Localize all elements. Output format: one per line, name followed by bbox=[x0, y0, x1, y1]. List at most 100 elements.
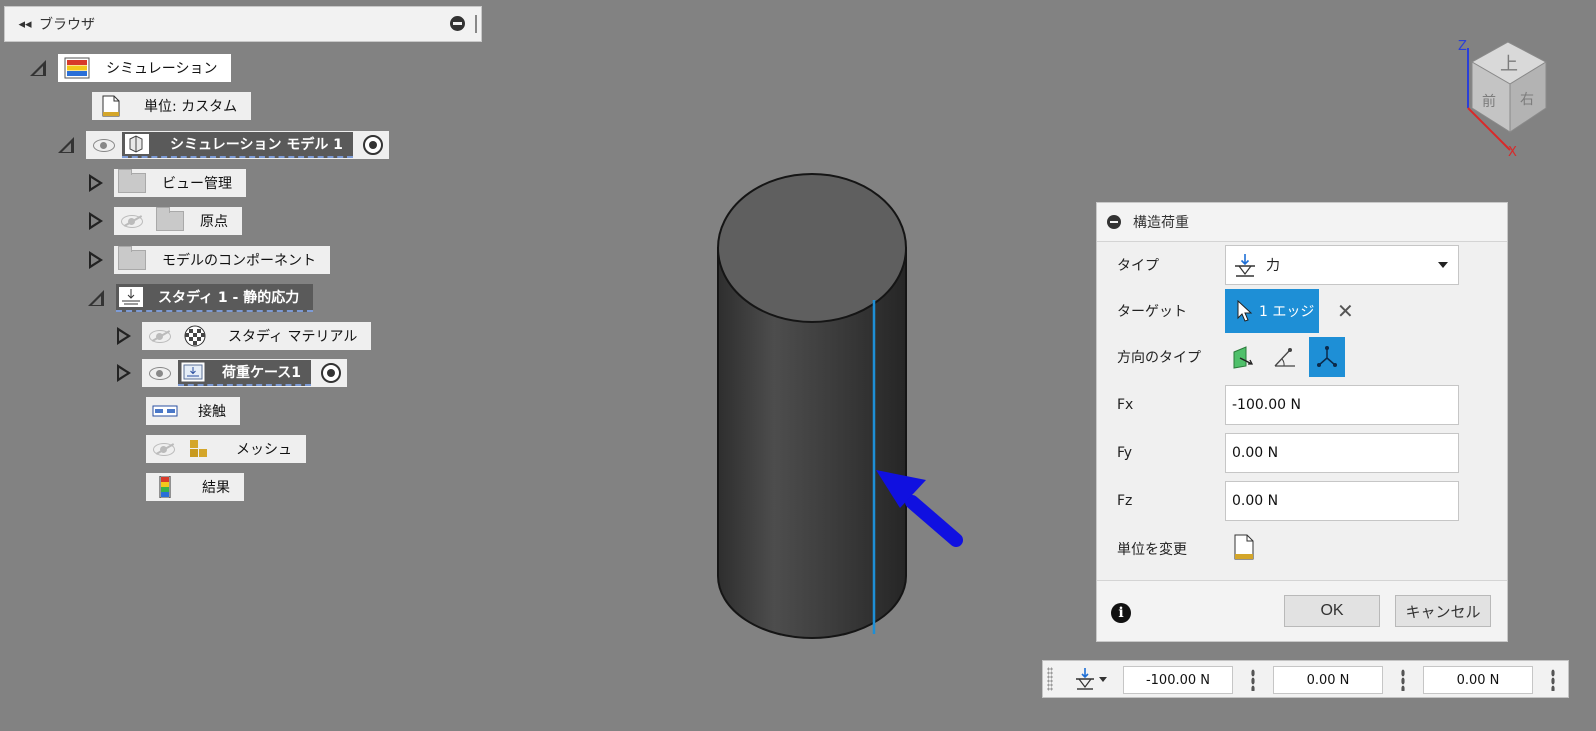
expand-toggle-icon[interactable] bbox=[114, 326, 134, 346]
tree-row-view-manage: ビュー管理 bbox=[86, 169, 246, 197]
browser-panel-header: ◂◂ ブラウザ bbox=[4, 6, 482, 42]
angle-direction-icon bbox=[1274, 348, 1295, 367]
tree-node-sim-model[interactable]: シミュレーション モデル 1 bbox=[86, 131, 389, 159]
vector-components-button[interactable] bbox=[1309, 337, 1345, 377]
tree-row-results: 結果 bbox=[146, 473, 244, 501]
tree-label: メッシュ bbox=[236, 442, 292, 458]
tree-row-simulation: シミュレーション bbox=[28, 54, 232, 82]
target-label: ターゲット bbox=[1117, 304, 1187, 320]
tree-label: 結果 bbox=[202, 480, 230, 496]
fz-row: Fz bbox=[1097, 481, 1507, 521]
chevron-down-icon bbox=[1438, 262, 1448, 268]
tree-label: 単位: カスタム bbox=[144, 99, 238, 115]
tree-label: シミュレーション モデル 1 bbox=[170, 137, 343, 153]
target-control: 1 エッジ ✕ bbox=[1225, 289, 1365, 333]
more-options-icon[interactable] bbox=[1251, 669, 1255, 691]
fy-row: Fy bbox=[1097, 433, 1507, 473]
visibility-hidden-icon[interactable] bbox=[120, 214, 144, 228]
viewcube[interactable]: Z X 上 前 右 bbox=[1428, 28, 1560, 160]
document-icon bbox=[102, 95, 120, 117]
mini-fz-input[interactable] bbox=[1423, 666, 1533, 694]
fx-row: Fx bbox=[1097, 385, 1507, 425]
tree-node-origin[interactable]: 原点 bbox=[114, 207, 242, 235]
tree-node-model-components[interactable]: モデルのコンポーネント bbox=[114, 246, 330, 274]
tree-label: 原点 bbox=[200, 214, 228, 230]
tree-node-results[interactable]: 結果 bbox=[146, 473, 244, 501]
fz-label: Fz bbox=[1117, 493, 1133, 509]
material-icon bbox=[184, 325, 206, 347]
load-case-selected: 荷重ケース1 bbox=[178, 360, 312, 386]
fx-input[interactable] bbox=[1225, 385, 1459, 425]
visibility-eye-icon[interactable] bbox=[92, 138, 116, 152]
tree-node-simulation[interactable]: シミュレーション bbox=[58, 54, 232, 82]
panel-minimize-icon[interactable] bbox=[450, 16, 465, 31]
collapse-panel-icon[interactable]: ◂◂ bbox=[11, 17, 39, 32]
activate-radio-icon[interactable] bbox=[321, 363, 342, 383]
force-mini-toolbar bbox=[1042, 660, 1569, 698]
normal-direction-icon bbox=[1233, 346, 1254, 369]
target-select-button[interactable]: 1 エッジ bbox=[1225, 289, 1319, 333]
axis-z-label: Z bbox=[1458, 39, 1467, 54]
tree-row-contact: 接触 bbox=[146, 397, 240, 425]
expand-toggle-icon[interactable] bbox=[56, 135, 76, 155]
load-case-icon bbox=[180, 361, 206, 383]
tree-row-sim-model: シミュレーション モデル 1 bbox=[56, 131, 389, 159]
tree-row-mesh: メッシュ bbox=[146, 435, 306, 463]
cancel-button[interactable]: キャンセル bbox=[1395, 595, 1491, 627]
viewcube-front-label: 前 bbox=[1482, 93, 1496, 110]
activate-radio-icon[interactable] bbox=[362, 135, 383, 155]
tree-row-origin: 原点 bbox=[86, 207, 242, 235]
expand-toggle-icon[interactable] bbox=[114, 363, 134, 383]
simulation-icon bbox=[64, 57, 90, 79]
mini-fx-input[interactable] bbox=[1123, 666, 1233, 694]
more-options-icon[interactable] bbox=[1551, 669, 1555, 691]
type-label: タイプ bbox=[1117, 258, 1159, 274]
info-icon[interactable]: i bbox=[1111, 603, 1131, 623]
visibility-eye-icon[interactable] bbox=[148, 366, 172, 380]
tree-node-units[interactable]: 単位: カスタム bbox=[92, 92, 252, 120]
change-units-button[interactable] bbox=[1231, 533, 1257, 565]
clear-selection-icon[interactable]: ✕ bbox=[1337, 299, 1354, 323]
dialog-header: 構造荷重 bbox=[1097, 203, 1507, 242]
tree-node-study-materials[interactable]: スタディ マテリアル bbox=[142, 322, 372, 350]
tree-node-mesh[interactable]: メッシュ bbox=[146, 435, 306, 463]
static-stress-icon bbox=[119, 287, 143, 307]
normal-direction-button[interactable] bbox=[1225, 337, 1261, 377]
expand-toggle-icon[interactable] bbox=[86, 288, 106, 308]
expand-toggle-icon[interactable] bbox=[86, 250, 106, 270]
tree-node-view-manage[interactable]: ビュー管理 bbox=[114, 169, 246, 197]
tree-node-contact[interactable]: 接触 bbox=[146, 397, 240, 425]
tree-row-study-materials: スタディ マテリアル bbox=[114, 322, 372, 350]
type-dropdown[interactable]: 力 bbox=[1225, 245, 1459, 285]
direction-label: 方向のタイプ bbox=[1117, 350, 1201, 366]
tree-node-study[interactable]: スタディ 1 - 静的応力 bbox=[116, 284, 314, 312]
mini-fy-input[interactable] bbox=[1273, 666, 1383, 694]
visibility-hidden-icon[interactable] bbox=[152, 442, 176, 456]
visibility-hidden-icon[interactable] bbox=[148, 329, 172, 343]
fy-input[interactable] bbox=[1225, 433, 1459, 473]
type-row: タイプ 力 bbox=[1097, 245, 1507, 285]
cylinder-model[interactable] bbox=[680, 150, 980, 660]
axis-x-label: X bbox=[1508, 145, 1517, 160]
tree-node-load-case[interactable]: 荷重ケース1 bbox=[142, 359, 348, 387]
force-type-icon bbox=[1235, 254, 1255, 277]
panel-resize-grip[interactable] bbox=[475, 15, 477, 33]
expand-toggle-icon[interactable] bbox=[86, 173, 106, 193]
tree-label: シミュレーション bbox=[106, 61, 218, 77]
expand-toggle-icon[interactable] bbox=[86, 211, 106, 231]
units-document-icon bbox=[1234, 534, 1254, 560]
tree-label: スタディ マテリアル bbox=[228, 329, 358, 345]
dialog-collapse-icon[interactable] bbox=[1107, 215, 1121, 229]
tree-label: ビュー管理 bbox=[162, 176, 232, 192]
tree-row-units: 単位: カスタム bbox=[92, 92, 252, 120]
folder-icon bbox=[118, 169, 146, 193]
toolbar-drag-grip[interactable] bbox=[1047, 667, 1053, 691]
angle-direction-button[interactable] bbox=[1267, 337, 1303, 377]
force-type-dropdown-icon[interactable] bbox=[1073, 667, 1113, 693]
force-arrow-icon bbox=[876, 470, 963, 547]
tree-row-study: スタディ 1 - 静的応力 bbox=[86, 284, 314, 312]
fz-input[interactable] bbox=[1225, 481, 1459, 521]
expand-toggle-icon[interactable] bbox=[28, 58, 48, 78]
more-options-icon[interactable] bbox=[1401, 669, 1405, 691]
ok-button[interactable]: OK bbox=[1284, 595, 1380, 627]
